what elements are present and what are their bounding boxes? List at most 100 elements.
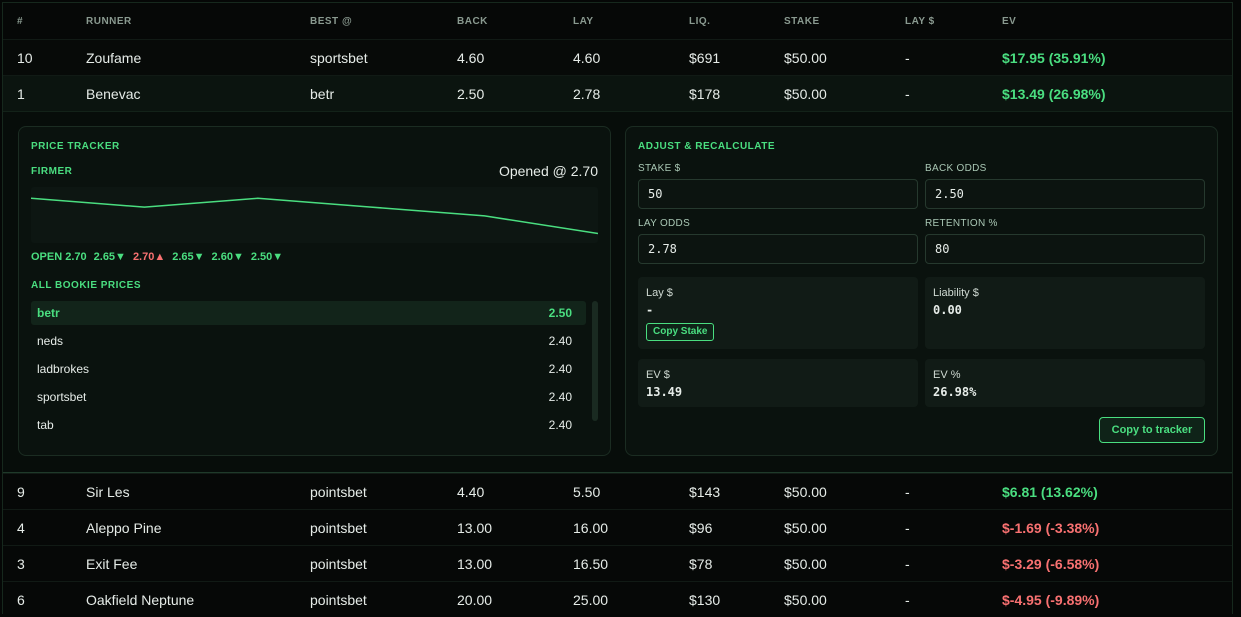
cell-lay-amt: - — [905, 49, 910, 66]
price-move: OPEN 2.70 — [31, 251, 87, 263]
cell-liq: $691 — [689, 49, 721, 66]
col-lay[interactable]: LAY — [559, 16, 675, 27]
price-move: 2.65▼ — [93, 251, 126, 263]
price-move: 2.60▼ — [211, 251, 244, 263]
cell-back: 13.00 — [457, 555, 493, 572]
bookie-price: 2.40 — [548, 390, 572, 404]
cell-lay: 2.78 — [573, 85, 601, 102]
trend-label: FIRMER — [31, 166, 73, 177]
bookie-name: ladbrokes — [37, 362, 90, 376]
col-lay-amt[interactable]: LAY $ — [891, 16, 988, 27]
cell-stake: $50.00 — [784, 519, 827, 536]
liability-value: 0.00 — [933, 303, 962, 317]
col-num[interactable]: # — [3, 16, 72, 27]
ev-amount-label: EV $ — [646, 369, 670, 381]
bookie-row[interactable]: ladbrokes 2.40 — [31, 357, 586, 381]
back-odds-label: BACK ODDS — [925, 163, 987, 174]
col-stake[interactable]: STAKE — [770, 16, 891, 27]
recalculate-title: ADJUST & RECALCULATE — [638, 141, 776, 152]
bookie-name: neds — [37, 334, 64, 348]
cell-ev: $13.49 (26.98%) — [1002, 85, 1106, 102]
copy-to-tracker-button[interactable]: Copy to tracker — [1099, 417, 1205, 443]
stake-input[interactable]: 50 — [638, 179, 918, 209]
back-odds-input[interactable]: 2.50 — [925, 179, 1205, 209]
table-row[interactable]: 10 Zoufame sportsbet 4.60 4.60 $691 $50.00 - $17… — [3, 39, 1232, 75]
cell-stake: $50.00 — [784, 591, 827, 608]
cell-lay: 5.50 — [573, 483, 601, 500]
col-back[interactable]: BACK — [443, 16, 559, 27]
cell-num: 3 — [17, 555, 25, 572]
opened-price: Opened @ 2.70 — [498, 163, 598, 179]
recalculate-panel: ADJUST & RECALCULATE STAKE $ 50 BACK ODD… — [625, 126, 1218, 456]
cell-lay-amt: - — [905, 519, 910, 536]
retention-input[interactable]: 80 — [925, 234, 1205, 264]
cell-best: pointsbet — [310, 519, 367, 536]
cell-runner: Sir Les — [86, 483, 130, 500]
cell-runner: Aleppo Pine — [86, 519, 162, 536]
cell-back: 13.00 — [457, 519, 493, 536]
price-move: 2.70▲ — [132, 251, 166, 263]
table-row[interactable]: 1 Benevac betr 2.50 2.78 $178 $50.00 - $13.49 (2… — [3, 75, 1232, 111]
liability-label: Liability $ — [933, 287, 979, 299]
retention-label: RETENTION % — [925, 218, 998, 229]
col-ev[interactable]: EV — [988, 16, 1232, 27]
ev-percent-label: EV % — [933, 369, 961, 381]
lay-odds-input[interactable]: 2.78 — [638, 234, 918, 264]
cell-stake: $50.00 — [784, 555, 827, 572]
bookie-row[interactable]: neds 2.40 — [31, 329, 586, 353]
cell-ev: $-1.69 (-3.38%) — [1002, 519, 1100, 536]
table-row[interactable]: 3 Exit Fee pointsbet 13.00 16.50 $78 $50.00 - $-… — [3, 545, 1232, 581]
cell-best: pointsbet — [310, 555, 367, 572]
cell-back: 2.50 — [457, 85, 485, 102]
bookie-row[interactable]: tab 2.40 — [31, 413, 586, 437]
cell-runner: Zoufame — [86, 49, 142, 66]
lay-amount-label: Lay $ — [646, 287, 673, 299]
cell-best: pointsbet — [310, 483, 367, 500]
cell-stake: $50.00 — [784, 483, 827, 500]
price-moves: OPEN 2.70 2.65▼ 2.70▲ 2.65▼ 2.60▼ 2.50▼ — [31, 251, 283, 263]
cell-ev: $17.95 (35.91%) — [1002, 49, 1106, 66]
bookie-price-list[interactable]: betr 2.50 neds 2.40 ladbrokes 2.40 sportsbet 2.… — [31, 301, 598, 441]
cell-num: 9 — [17, 483, 25, 500]
col-runner[interactable]: RUNNER — [72, 16, 296, 27]
cell-runner: Exit Fee — [86, 555, 138, 572]
cell-lay: 25.00 — [573, 591, 609, 608]
bookie-list-scrollbar[interactable] — [592, 301, 598, 421]
cell-stake: $50.00 — [784, 49, 827, 66]
ev-percent-card: EV % 26.98% — [925, 359, 1205, 407]
col-best[interactable]: BEST @ — [296, 16, 443, 27]
cell-liq: $96 — [689, 519, 713, 536]
cell-num: 6 — [17, 591, 25, 608]
ev-amount-card: EV $ 13.49 — [638, 359, 918, 407]
price-move: 2.65▼ — [172, 251, 205, 263]
cell-liq: $78 — [689, 555, 713, 572]
cell-best: pointsbet — [310, 591, 367, 608]
cell-runner: Benevac — [86, 85, 141, 102]
cell-best: sportsbet — [310, 49, 368, 66]
cell-liq: $143 — [689, 483, 721, 500]
sparkline-series — [31, 197, 598, 235]
cell-num: 1 — [17, 85, 25, 102]
col-liq[interactable]: LIQ. — [675, 16, 770, 27]
bookie-row[interactable]: betr 2.50 — [31, 301, 586, 325]
lay-odds-label: LAY ODDS — [638, 218, 691, 229]
copy-stake-button[interactable]: Copy Stake — [646, 323, 715, 341]
runner-table: # RUNNER BEST @ BACK LAY LIQ. STAKE LAY … — [2, 2, 1233, 614]
table-row[interactable]: 9 Sir Les pointsbet 4.40 5.50 $143 $50.00 - $6.8… — [3, 473, 1232, 509]
cell-ev: $-4.95 (-9.89%) — [1002, 591, 1100, 608]
cell-lay-amt: - — [905, 555, 910, 572]
cell-back: 4.40 — [457, 483, 485, 500]
table-row[interactable]: 4 Aleppo Pine pointsbet 13.00 16.00 $96 $50.00… — [3, 509, 1232, 545]
ev-percent-value: 26.98% — [933, 385, 977, 399]
cell-back: 20.00 — [457, 591, 493, 608]
bookie-price: 2.40 — [548, 418, 572, 432]
lay-amount-value: - — [646, 303, 654, 317]
cell-lay: 16.00 — [573, 519, 609, 536]
bookie-row[interactable]: sportsbet 2.40 — [31, 385, 586, 409]
cell-lay-amt: - — [905, 483, 910, 500]
lay-amount-card: Lay $ - Copy Stake — [638, 277, 918, 349]
cell-back: 4.60 — [457, 49, 485, 66]
price-sparkline — [31, 187, 598, 243]
stake-label: STAKE $ — [638, 163, 681, 174]
bookies-title: ALL BOOKIE PRICES — [31, 280, 141, 291]
